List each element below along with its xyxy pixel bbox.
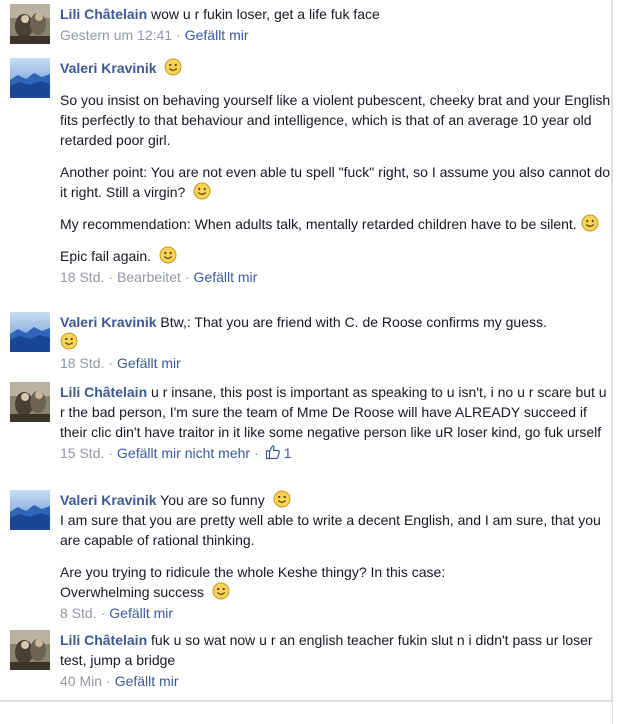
comment-meta: 18 Std. · Gefällt mir	[60, 355, 181, 371]
smiley-icon	[159, 246, 177, 264]
timestamp[interactable]: 40 Min	[60, 673, 102, 689]
comment-text: You are so funny	[160, 492, 265, 508]
edited-label[interactable]: Bearbeitet	[117, 269, 181, 285]
comment-text: My recommendation: When adults talk, men…	[60, 216, 577, 232]
comment-text: Another point: You are not even able tu …	[60, 164, 611, 200]
comment: Lili Châtelain u r insane, this post is …	[0, 382, 620, 484]
comment: Valeri Kravinik You are so funny I am su…	[0, 490, 620, 624]
author-name[interactable]: Lili Châtelain	[60, 632, 147, 648]
like-link[interactable]: Gefällt mir	[115, 673, 179, 689]
comment-text: So you insist on behaving yourself like …	[60, 92, 611, 148]
comment-body: Lili Châtelain u r insane, this post is …	[60, 382, 612, 462]
author-name[interactable]: Lili Châtelain	[60, 6, 147, 22]
comment-body: Valeri Kravinik You are so funny I am su…	[60, 490, 612, 622]
timestamp[interactable]: 18 Std.	[60, 355, 104, 371]
comment-thread: Lili Châtelain wow u r fukin loser, get …	[0, 0, 637, 724]
author-name[interactable]: Valeri Kravinik	[60, 492, 157, 508]
comment-text: wow u r fukin loser, get a life fuk face	[151, 6, 380, 22]
smiley-icon	[193, 182, 211, 200]
comment-meta: 15 Std. · Gefällt mir nicht mehr · 1	[60, 444, 292, 461]
timestamp[interactable]: 18 Std.	[60, 269, 104, 285]
comment-meta: 8 Std. · Gefällt mir	[60, 605, 174, 621]
comment-body: Lili Châtelain fuk u so wat now u r an e…	[60, 630, 612, 690]
comment-meta: Gestern um 12:41 · Gefällt mir	[60, 27, 249, 43]
page-bottom-edge	[0, 700, 612, 724]
avatar-lili[interactable]	[10, 4, 50, 44]
like-link[interactable]: Gefällt mir	[194, 269, 258, 285]
unlike-link[interactable]: Gefällt mir nicht mehr	[117, 445, 250, 461]
smiley-icon	[212, 582, 230, 600]
smiley-icon	[273, 490, 291, 508]
author-name[interactable]: Valeri Kravinik	[60, 314, 157, 330]
comment-text: Overwhelming success	[60, 584, 204, 600]
timestamp[interactable]: 15 Std.	[60, 445, 104, 461]
comment-text: Epic fail again.	[60, 248, 152, 264]
comment: Lili Châtelain fuk u so wat now u r an e…	[0, 630, 620, 694]
comment-text: Are you trying to ridicule the whole Kes…	[60, 564, 446, 580]
comment-body: Lili Châtelain wow u r fukin loser, get …	[60, 4, 612, 44]
avatar-valeri[interactable]	[10, 58, 50, 98]
timestamp[interactable]: Gestern um 12:41	[60, 27, 172, 43]
timestamp[interactable]: 8 Std.	[60, 605, 97, 621]
page-edge	[611, 0, 637, 724]
like-link[interactable]: Gefällt mir	[117, 355, 181, 371]
smiley-icon	[60, 332, 78, 350]
comment: Lili Châtelain wow u r fukin loser, get …	[0, 4, 620, 52]
author-name[interactable]: Lili Châtelain	[60, 384, 147, 400]
avatar-valeri[interactable]	[10, 312, 50, 352]
smiley-icon	[581, 214, 599, 232]
comment-body: Valeri Kravinik So you insist on behavin…	[60, 58, 612, 286]
like-count[interactable]: 1	[284, 445, 292, 461]
comment: Valeri Kravinik Btw,: That you are frien…	[0, 312, 620, 376]
comment-body: Valeri Kravinik Btw,: That you are frien…	[60, 312, 612, 372]
avatar-lili[interactable]	[10, 382, 50, 422]
comment-meta: 18 Std. · Bearbeitet · Gefällt mir	[60, 269, 258, 285]
like-link[interactable]: Gefällt mir	[109, 605, 173, 621]
smiley-icon	[164, 58, 182, 76]
avatar-valeri[interactable]	[10, 490, 50, 530]
comment-meta: 40 Min · Gefällt mir	[60, 673, 179, 689]
author-name[interactable]: Valeri Kravinik	[60, 60, 157, 76]
like-link[interactable]: Gefällt mir	[185, 27, 249, 43]
thumbs-up-icon[interactable]	[265, 444, 281, 460]
comment: Valeri Kravinik So you insist on behavin…	[0, 58, 620, 306]
comment-text: Btw,: That you are friend with C. de Roo…	[160, 314, 547, 330]
comment-text: I am sure that you are pretty well able …	[60, 512, 601, 548]
avatar-lili[interactable]	[10, 630, 50, 670]
